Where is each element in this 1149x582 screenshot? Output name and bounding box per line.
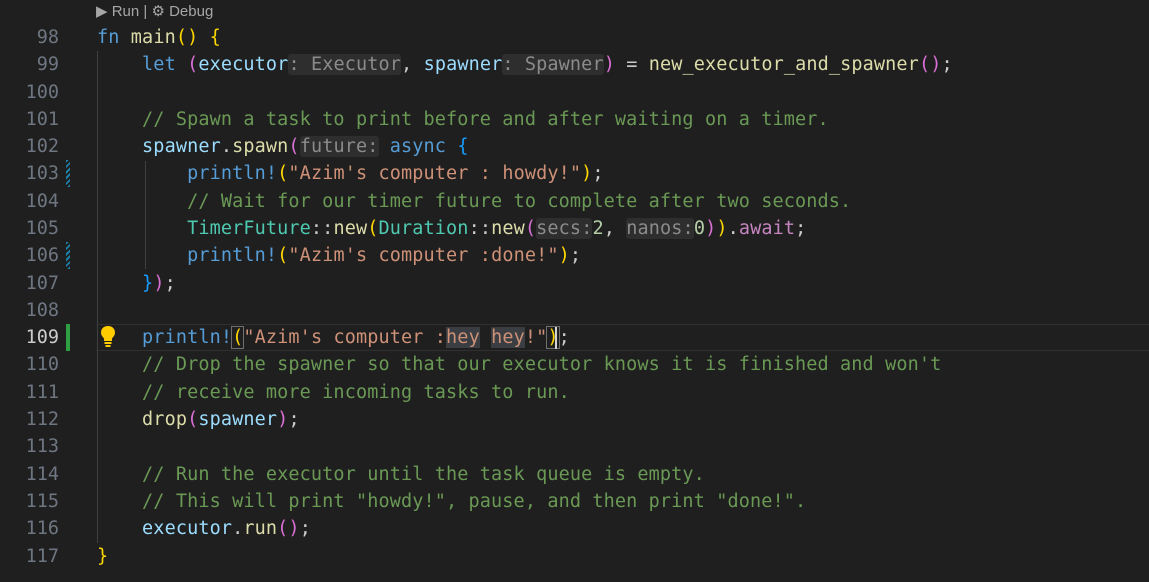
code-line[interactable]: 98 fn main() { (0, 24, 1149, 51)
line-number: 103 (25, 163, 59, 184)
code-line[interactable]: 108 (0, 297, 1149, 324)
code-text[interactable]: let (executor: Executor, spawner: Spawne… (97, 51, 953, 78)
line-number: 115 (25, 491, 59, 512)
code-line[interactable]: 111 // receive more incoming tasks to ru… (0, 379, 1149, 406)
codelens-separator: | (139, 3, 152, 20)
code-line[interactable]: 114 // Run the executor until the task q… (0, 461, 1149, 488)
line-number: 106 (25, 245, 59, 266)
inlay-param-hint: secs: (536, 218, 593, 239)
code-text[interactable]: }); (97, 270, 176, 297)
word-highlight: hey (491, 327, 525, 348)
code-line[interactable]: 104 // Wait for our timer future to comp… (0, 188, 1149, 215)
matching-bracket: ( (231, 326, 245, 349)
line-number: 107 (25, 273, 59, 294)
line-number: 116 (25, 518, 59, 539)
line-number: 102 (25, 136, 59, 157)
lightbulb-icon[interactable] (99, 325, 117, 349)
codelens: ▶ Run | ⚙ Debug (96, 2, 213, 22)
code-line[interactable]: 115 // This will print "howdy!", pause, … (0, 488, 1149, 515)
code-text[interactable]: TimerFuture::new(Duration::new(secs:2, n… (97, 215, 806, 242)
line-number: 117 (25, 546, 59, 567)
code-text[interactable]: drop(spawner); (97, 406, 300, 433)
code-text[interactable]: // Run the executor until the task queue… (97, 461, 705, 488)
line-number: 101 (25, 109, 59, 130)
code-text[interactable]: } (97, 543, 108, 570)
code-line[interactable]: 112 drop(spawner); (0, 406, 1149, 433)
added-line-marker[interactable] (66, 324, 70, 351)
line-number: 111 (25, 382, 59, 403)
code-text[interactable]: // This will print "howdy!", pause, and … (97, 488, 806, 515)
code-line[interactable]: 106 println!("Azim's computer :done!"); (0, 242, 1149, 269)
line-number: 108 (25, 300, 59, 321)
code-line[interactable]: 101 // Spawn a task to print before and … (0, 106, 1149, 133)
code-line[interactable]: 99 let (executor: Executor, spawner: Spa… (0, 51, 1149, 78)
code-line[interactable]: 110 // Drop the spawner so that our exec… (0, 351, 1149, 378)
inlay-param-hint: nanos: (626, 218, 694, 239)
code-text[interactable]: println!("Azim's computer : howdy!"); (97, 160, 604, 187)
code-text[interactable]: // Spawn a task to print before and afte… (97, 106, 829, 133)
modified-line-marker[interactable] (66, 160, 70, 187)
code-line[interactable]: 113 (0, 433, 1149, 460)
code-text[interactable]: println!("Azim's computer :done!"); (97, 242, 581, 269)
code-text[interactable]: // receive more incoming tasks to run. (97, 379, 570, 406)
line-number: 112 (25, 409, 59, 430)
code-line[interactable]: 100 (0, 79, 1149, 106)
modified-line-marker[interactable] (66, 242, 70, 269)
line-number: 104 (25, 191, 59, 212)
line-number: 109 (25, 327, 59, 348)
code-line[interactable]: 103 println!("Azim's computer : howdy!")… (0, 160, 1149, 187)
inlay-type-hint: : Spawner (502, 54, 604, 75)
code-text[interactable]: // Drop the spawner so that our executor… (97, 351, 941, 378)
code-line[interactable]: 107 }); (0, 270, 1149, 297)
text-cursor (555, 327, 557, 349)
code-line[interactable]: 102 spawner.spawn(future: async { (0, 133, 1149, 160)
code-line[interactable]: 117 } (0, 543, 1149, 570)
inlay-param-hint: future: (299, 136, 379, 157)
code-line[interactable]: 105 TimerFuture::new(Duration::new(secs:… (0, 215, 1149, 242)
codelens-run-link[interactable]: ▶ Run (96, 3, 139, 20)
code-line-current[interactable]: 109 println!("Azim's computer :hey hey!"… (0, 324, 1149, 351)
line-number: 110 (25, 354, 59, 375)
line-number: 113 (25, 436, 59, 457)
line-number: 114 (25, 464, 59, 485)
code-line[interactable]: 116 executor.run(); (0, 515, 1149, 542)
code-text[interactable]: executor.run(); (97, 515, 311, 542)
line-number: 105 (25, 218, 59, 239)
codelens-debug-link[interactable]: ⚙ Debug (151, 3, 213, 20)
line-number: 99 (36, 54, 59, 75)
inlay-type-hint: : Executor (288, 54, 402, 75)
code-text[interactable]: spawner.spawn(future: async { (97, 133, 469, 160)
word-highlight: hey (446, 327, 480, 348)
code-text[interactable]: println!("Azim's computer :hey hey!"); (97, 324, 570, 351)
line-number: 98 (36, 27, 59, 48)
line-number: 100 (25, 82, 59, 103)
code-text[interactable]: // Wait for our timer future to complete… (97, 188, 851, 215)
code-text[interactable]: fn main() { (97, 24, 221, 51)
